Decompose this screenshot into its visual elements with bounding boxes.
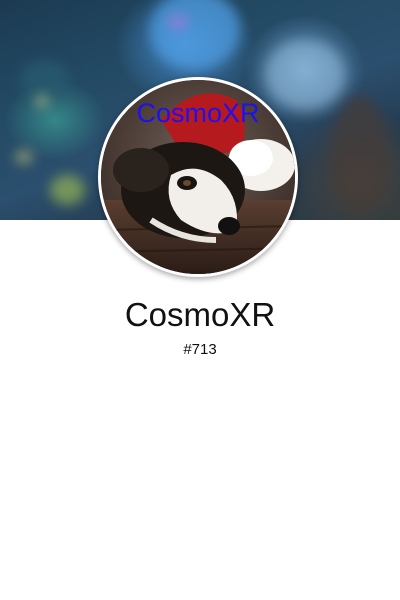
avatar-alt-text: CosmoXR <box>136 98 260 128</box>
banner-art-shape <box>20 60 70 100</box>
banner-art-shape <box>15 150 33 164</box>
avatar-image: CosmoXR <box>101 80 295 274</box>
user-id-label: #713 <box>183 341 217 358</box>
banner-art-shape <box>168 15 188 29</box>
avatar[interactable]: CosmoXR <box>98 77 298 277</box>
username-heading: CosmoXR <box>124 296 276 333</box>
banner-art-shape <box>330 95 390 215</box>
banner-art-shape <box>50 175 85 205</box>
banner-art-shape <box>150 0 240 70</box>
banner-art-shape <box>35 95 49 107</box>
